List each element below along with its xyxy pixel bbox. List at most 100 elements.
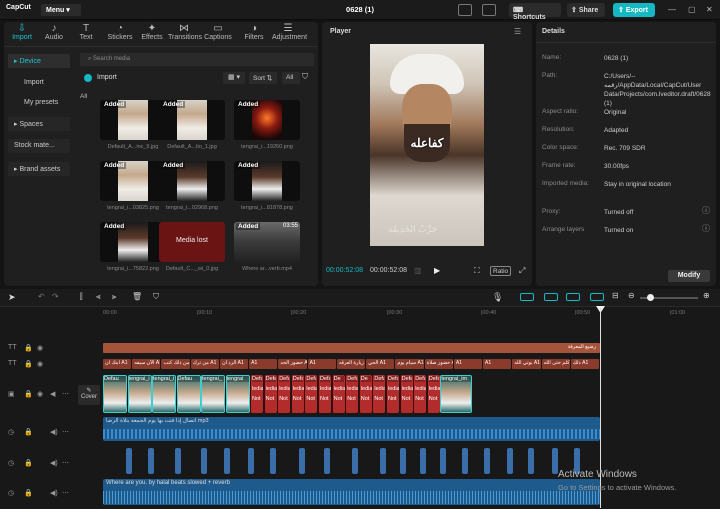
audio-mini-clip[interactable]: [248, 448, 254, 474]
volume-icon[interactable]: ◀): [50, 428, 58, 436]
text-clip-long[interactable]: رضيع المعرفة: [103, 343, 600, 353]
video-clip[interactable]: Defa ledia Not: [413, 375, 427, 413]
sidebar-item-brand[interactable]: ▸ Brand assets: [8, 162, 70, 176]
close-icon[interactable]: ✕: [706, 5, 713, 14]
tab-adjustment[interactable]: ☰ Adjustment: [272, 22, 307, 46]
split-icon[interactable]: ⫿: [80, 292, 83, 302]
media-thumbnail[interactable]: Added: [159, 100, 225, 140]
search-input[interactable]: ⌕ Search media: [80, 53, 314, 66]
tab-effects[interactable]: ✦ Effects: [136, 22, 168, 46]
audio-mini-clip[interactable]: [324, 448, 330, 474]
audio-mini-clip[interactable]: [148, 448, 154, 474]
info-icon[interactable]: ⓘ: [702, 205, 710, 216]
audio-mini-clip[interactable]: [400, 448, 406, 474]
undo-icon[interactable]: ↶: [38, 292, 45, 301]
media-thumbnail[interactable]: Added: [159, 161, 225, 201]
zoom-in-icon[interactable]: ⊕: [703, 291, 710, 300]
tab-transitions[interactable]: ⋈ Transitions: [168, 22, 202, 46]
video-clip[interactable]: tengrai_i: [127, 375, 152, 413]
audio-toggle-icon[interactable]: ◀: [50, 390, 55, 398]
media-thumbnail[interactable]: Added: [100, 222, 166, 262]
ratio-button[interactable]: Ratio: [490, 266, 512, 276]
video-clip[interactable]: Defau: [103, 375, 127, 413]
caption-clip[interactable]: الحي A1: [366, 359, 395, 369]
export-button[interactable]: ⇧ Export: [613, 3, 655, 17]
volume-icon[interactable]: ◀): [50, 489, 58, 497]
expand-icon[interactable]: ⤢: [519, 266, 525, 276]
linkage-icon[interactable]: [566, 293, 580, 301]
caption-clip[interactable]: الرد ان A1: [219, 359, 249, 369]
audio-mini-clip[interactable]: [440, 448, 446, 474]
view-toggle-icon[interactable]: ▦ ▾: [223, 72, 245, 84]
caption-clip[interactable]: حضور صلاة A1: [424, 359, 453, 369]
zoom-slider-handle[interactable]: [647, 294, 654, 301]
shortcuts-button[interactable]: ⌨ Shortcuts: [509, 3, 561, 21]
shield-icon[interactable]: ⛉: [153, 292, 159, 302]
audio-clip[interactable]: Where are you. by halal beats slowed + r…: [103, 479, 600, 505]
layout-icon[interactable]: [458, 4, 472, 16]
caption-clip[interactable]: A1: [307, 359, 336, 369]
zoom-out-icon[interactable]: ⊖: [628, 291, 635, 300]
caption-clip[interactable]: بوتي الله A1: [512, 359, 541, 369]
modify-button[interactable]: Modify: [668, 270, 710, 282]
preview-axis-icon[interactable]: [590, 293, 604, 301]
menu-icon[interactable]: ☰: [514, 27, 521, 36]
cover-button[interactable]: ✎ Cover: [78, 385, 100, 405]
video-clip[interactable]: Defaul ledia Not: [290, 375, 304, 413]
video-clip[interactable]: Defa ledia Not: [426, 375, 440, 413]
magnet-icon[interactable]: [544, 293, 558, 301]
video-clip[interactable]: tengrai_: [201, 375, 225, 413]
sidebar-item-import[interactable]: Import: [8, 76, 70, 90]
more-icon[interactable]: ⋯: [62, 489, 69, 497]
share-button[interactable]: ⇪ Share: [567, 3, 605, 17]
caption-clip[interactable]: سيام يوم A1: [395, 359, 424, 369]
audio-mini-clip[interactable]: [420, 448, 426, 474]
caption-clip[interactable]: ابنك ان A1: [103, 359, 132, 369]
audio-mini-clip[interactable]: [299, 448, 305, 474]
audio-mini-clip[interactable]: [201, 448, 207, 474]
timeline-view-icon[interactable]: ▥: [414, 266, 422, 275]
split-left-icon[interactable]: ⫷: [96, 292, 101, 302]
more-icon[interactable]: ⋯: [62, 390, 69, 398]
caption-clip[interactable]: A1: [483, 359, 512, 369]
caption-toggle-icon[interactable]: ⊟: [612, 291, 619, 300]
microphone-icon[interactable]: 🎙: [492, 292, 503, 303]
audio-mini-clip[interactable]: [462, 448, 468, 474]
split-right-icon[interactable]: ⫸: [112, 292, 117, 302]
video-clip[interactable]: Defa ledia Not: [345, 375, 359, 413]
import-label[interactable]: Import: [97, 74, 117, 81]
media-thumbnail[interactable]: Added: [100, 161, 166, 201]
tab-audio[interactable]: ♪ Audio: [38, 22, 70, 46]
screen-icon[interactable]: [482, 4, 496, 16]
filter-all-button[interactable]: All: [282, 72, 300, 84]
tab-import[interactable]: ⇩ Import: [6, 22, 38, 46]
caption-clip[interactable]: من ترك A1: [190, 359, 219, 369]
video-clip[interactable]: De ledia Not: [358, 375, 372, 413]
caption-clip[interactable]: حضور الحد A1: [278, 359, 307, 369]
eye-icon[interactable]: ◉: [37, 360, 43, 368]
tab-filters[interactable]: ◑ Filters: [238, 22, 270, 46]
select-cursor-icon[interactable]: ➤: [8, 292, 16, 303]
video-clip[interactable]: Defa ledia Not: [277, 375, 291, 413]
sort-button[interactable]: Sort ⇅: [249, 72, 277, 84]
link-main-icon[interactable]: [520, 293, 534, 301]
video-clip[interactable]: tengrai: [225, 375, 250, 413]
tab-text[interactable]: T Text: [70, 22, 102, 46]
redo-icon[interactable]: ↷: [52, 292, 59, 301]
sidebar-item-device[interactable]: ▸ Device: [8, 54, 70, 68]
media-thumbnail[interactable]: Media lost: [159, 222, 225, 262]
lock-icon[interactable]: 🔒: [24, 489, 33, 497]
audio-mini-clip[interactable]: [507, 448, 513, 474]
minimize-icon[interactable]: —: [668, 5, 676, 14]
audio-mini-clip[interactable]: [380, 448, 386, 474]
video-clip[interactable]: Defau: [176, 375, 201, 413]
audio-mini-clip[interactable]: [352, 448, 358, 474]
sidebar-item-spaces[interactable]: ▸ Spaces: [8, 117, 70, 131]
audio-mini-clip[interactable]: [126, 448, 132, 474]
video-clip[interactable]: Defa ledia Not: [304, 375, 318, 413]
audio-mini-clip[interactable]: [270, 448, 276, 474]
lock-icon[interactable]: 🔒: [24, 344, 33, 352]
audio-clip[interactable]: اتصال إذا فتت بها يوم الجمعة بتلاة الرضا…: [103, 417, 600, 441]
media-thumbnail[interactable]: Added: [234, 100, 300, 140]
lock-icon[interactable]: 🔒: [24, 360, 33, 368]
